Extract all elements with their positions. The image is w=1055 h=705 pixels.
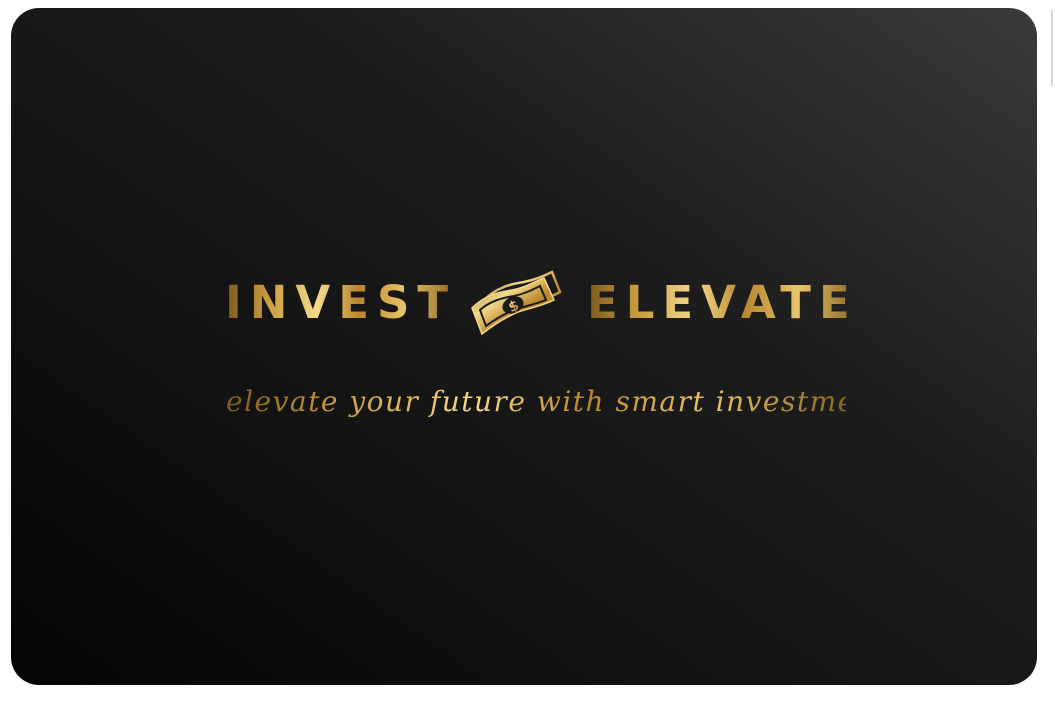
brand-tagline: elevate your future with smart investmen… [226,383,902,421]
window-edge-divider [1051,10,1053,86]
brand-word-invest: INVEST [225,276,457,329]
brand-word-elevate: ELEVATE [587,276,858,329]
logo-card: INVEST $ ELEVATE elevate your future wit… [11,8,1037,685]
money-bill-icon: $ [471,270,562,336]
